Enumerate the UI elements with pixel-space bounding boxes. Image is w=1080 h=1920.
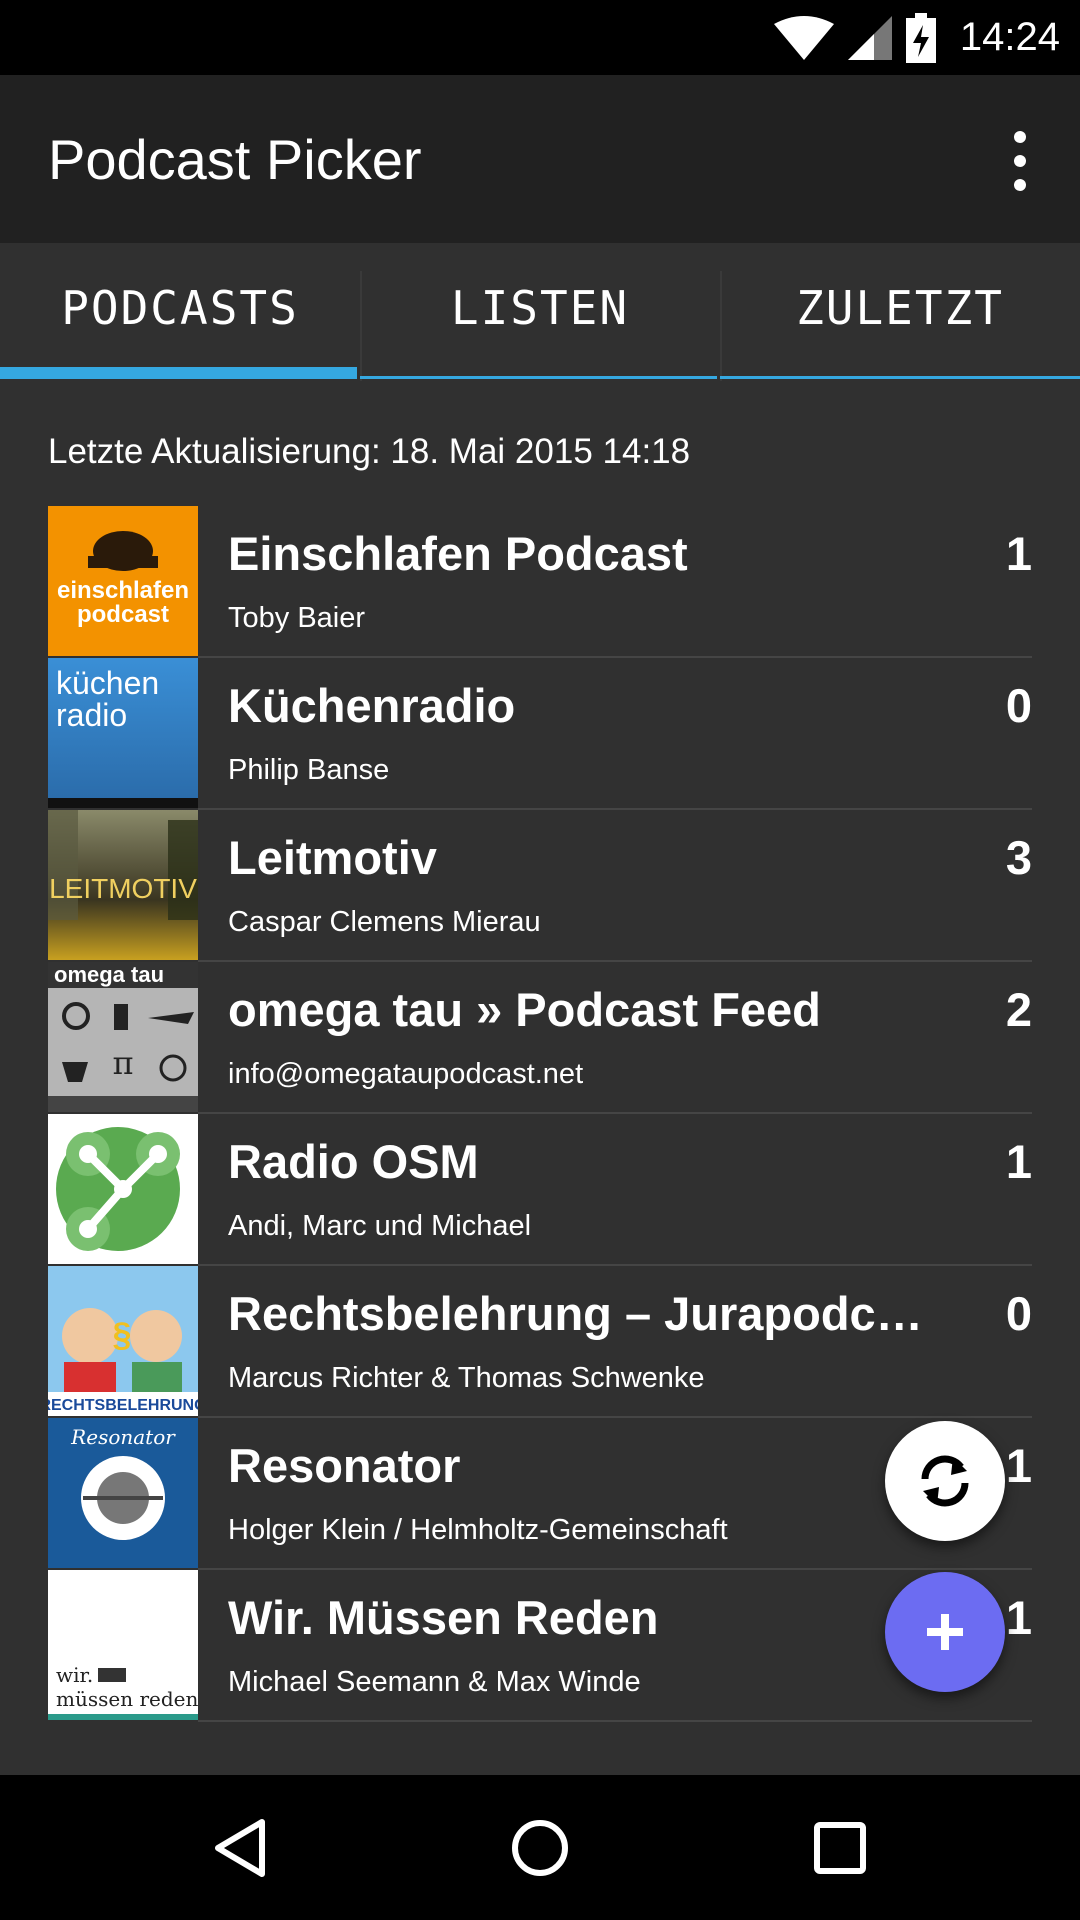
podcast-row[interactable]: omega tau π omega tau » Podcast Feed inf…: [48, 962, 1032, 1114]
podcast-author: Andi, Marc und Michael: [228, 1210, 532, 1242]
svg-text:küchen: küchen: [56, 665, 159, 701]
podcast-row[interactable]: Radio OSM Andi, Marc und Michael 1: [48, 1114, 1032, 1266]
podcast-title: Einschlafen Podcast: [228, 527, 688, 580]
svg-text:radio: radio: [56, 697, 127, 733]
podcast-cover: wir. müssen reden: [48, 1570, 198, 1720]
overflow-menu-icon: [1014, 179, 1026, 191]
overflow-menu-button[interactable]: [1000, 131, 1040, 191]
podcast-title: Resonator: [228, 1439, 461, 1492]
podcast-author: Michael Seemann & Max Winde: [228, 1666, 641, 1698]
podcast-cover: [48, 1114, 198, 1264]
recents-button[interactable]: [770, 1775, 910, 1920]
podcast-cover: § RECHTSBELEHRUNG: [48, 1266, 198, 1416]
wifi-icon: [773, 15, 834, 60]
episode-count: 0: [1005, 679, 1032, 732]
tab-indicator: [0, 367, 357, 379]
podcast-title: Leitmotiv: [228, 831, 437, 884]
battery-charging-icon: [905, 12, 936, 63]
svg-text:§: §: [113, 1316, 132, 1354]
svg-text:RECHTSBELEHRUNG: RECHTSBELEHRUNG: [48, 1397, 198, 1414]
tab-podcasts[interactable]: PODCASTS: [0, 243, 360, 379]
podcast-cover: omega tau π: [48, 962, 198, 1112]
recents-icon: [814, 1821, 866, 1874]
tab-underline: [720, 376, 1080, 379]
overflow-menu-icon: [1014, 131, 1026, 143]
podcast-title: Rechtsbelehrung – Jurapodcast…: [228, 1287, 938, 1340]
sync-icon: [921, 1455, 969, 1507]
svg-text:podcast: podcast: [77, 601, 169, 628]
svg-text:müssen reden: müssen reden: [56, 1687, 198, 1711]
svg-text:π: π: [112, 1044, 133, 1082]
home-button[interactable]: [470, 1775, 610, 1920]
podcast-row[interactable]: küchen radio Küchenradio Philip Banse 0: [48, 658, 1032, 810]
podcast-row[interactable]: § RECHTSBELEHRUNG Rechtsbelehrung – Jura…: [48, 1266, 1032, 1418]
tab-label: LISTEN: [450, 281, 630, 335]
app-bar: Podcast Picker: [0, 75, 1080, 243]
podcast-cover: LEITMOTIV: [48, 810, 198, 960]
tab-underline: [360, 376, 717, 379]
add-podcast-button[interactable]: [885, 1572, 1005, 1692]
podcast-author: Marcus Richter & Thomas Schwenke: [228, 1362, 705, 1394]
tab-listen[interactable]: LISTEN: [360, 243, 720, 381]
podcast-row[interactable]: Resonator Resonator Holger Klein / Helmh…: [48, 1418, 1032, 1570]
podcast-title: Küchenradio: [228, 679, 516, 732]
signal-icon: [847, 15, 892, 60]
podcast-author: info@omegataupodcast.net: [228, 1058, 584, 1090]
navigation-bar: [0, 1775, 1080, 1920]
podcast-title: Radio OSM: [228, 1135, 479, 1188]
episode-count: 2: [1005, 983, 1032, 1036]
sync-button[interactable]: [885, 1421, 1005, 1541]
podcast-cover: Resonator: [48, 1418, 198, 1568]
back-icon: [215, 1818, 265, 1877]
episode-count: 3: [1005, 831, 1032, 884]
svg-text:LEITMOTIV: LEITMOTIV: [49, 873, 197, 904]
status-time: 14:24: [959, 15, 1060, 59]
podcast-author: Caspar Clemens Mierau: [228, 906, 541, 938]
svg-text:omega tau: omega tau: [54, 962, 164, 987]
home-icon: [512, 1819, 568, 1876]
tab-label: PODCASTS: [61, 281, 299, 335]
podcast-cover: küchen radio: [48, 658, 198, 808]
back-button[interactable]: [170, 1775, 310, 1920]
episode-count: 1: [1005, 1439, 1032, 1492]
last-update-text: Letzte Aktualisierung: 18. Mai 2015 14:1…: [48, 432, 691, 471]
plus-icon: [927, 1614, 963, 1650]
svg-text:einschlafen: einschlafen: [57, 577, 189, 604]
svg-text:wir.: wir.: [56, 1663, 93, 1687]
podcast-author: Toby Baier: [228, 602, 366, 634]
status-bar: 14:24: [0, 0, 1080, 75]
status-icons: 14:24: [773, 0, 1060, 75]
podcast-title: Wir. Müssen Reden: [228, 1591, 659, 1644]
overflow-menu-icon: [1014, 155, 1026, 167]
podcast-title: omega tau » Podcast Feed: [228, 983, 821, 1036]
episode-count: 1: [1005, 1135, 1032, 1188]
podcast-author: Holger Klein / Helmholtz-Gemeinschaft: [228, 1514, 728, 1546]
podcast-cover: einschlafen podcast: [48, 506, 198, 656]
tab-zuletzt[interactable]: ZULETZT: [720, 243, 1080, 381]
podcast-list: einschlafen podcast Einschlafen Podcast …: [48, 506, 1032, 1722]
podcast-row[interactable]: einschlafen podcast Einschlafen Podcast …: [48, 506, 1032, 658]
episode-count: 1: [1005, 1591, 1032, 1644]
episode-count: 1: [1005, 527, 1032, 580]
podcast-row[interactable]: wir. müssen reden Wir. Müssen Reden Mich…: [48, 1570, 1032, 1722]
svg-text:Resonator: Resonator: [70, 1425, 176, 1449]
episode-count: 0: [1005, 1287, 1032, 1340]
app-title: Podcast Picker: [48, 128, 422, 191]
podcast-row[interactable]: LEITMOTIV Leitmotiv Caspar Clemens Miera…: [48, 810, 1032, 962]
tab-label: ZULETZT: [796, 281, 1004, 335]
tab-bar: PODCASTS LISTEN ZULETZT: [0, 243, 1080, 381]
podcast-author: Philip Banse: [228, 754, 390, 786]
